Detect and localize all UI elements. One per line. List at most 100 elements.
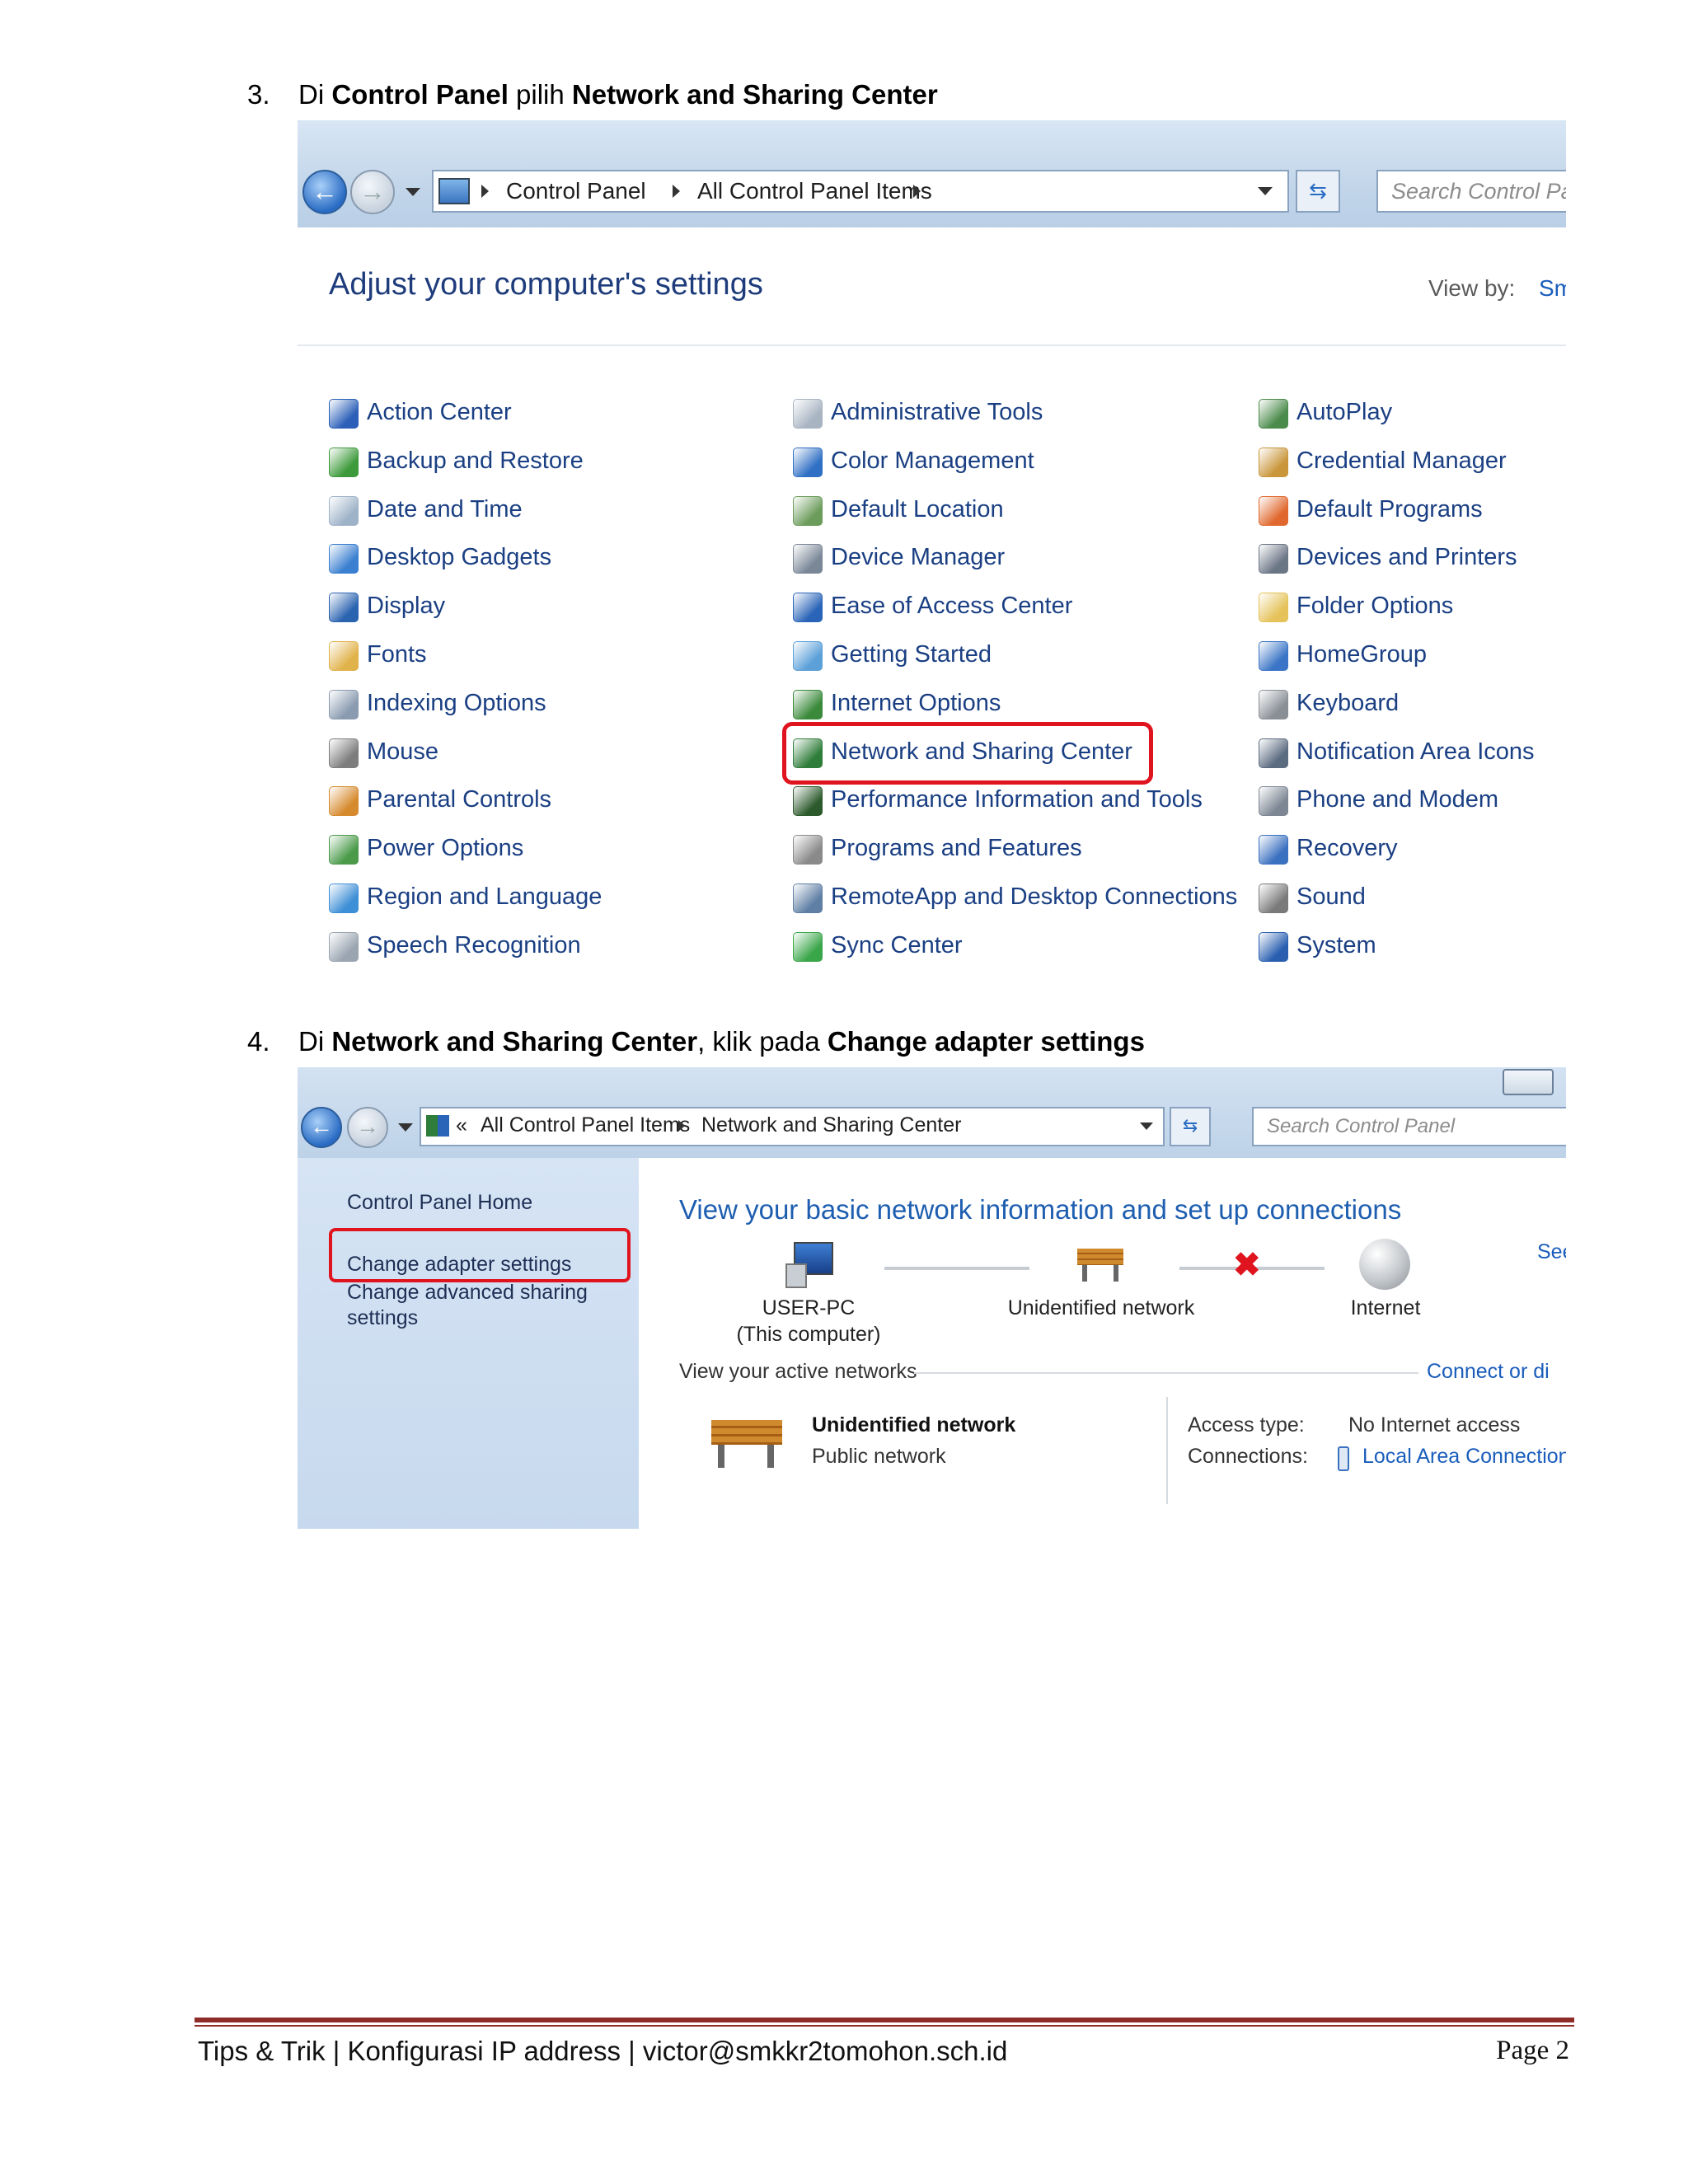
getting-started-icon xyxy=(793,641,823,671)
address-bar[interactable]: Control Panel All Control Panel Items xyxy=(432,170,1289,213)
connection-line xyxy=(884,1267,1029,1270)
connections-label: Connections: xyxy=(1188,1445,1308,1468)
breadcrumb-all-items[interactable]: All Control Panel Items xyxy=(481,1113,690,1137)
control-panel-item-label: Keyboard xyxy=(1296,690,1400,716)
sync-icon xyxy=(793,932,823,962)
forward-button-icon[interactable]: → xyxy=(350,170,395,214)
control-panel-item-label: Device Manager xyxy=(831,544,1006,570)
recent-pages-dropdown-icon[interactable] xyxy=(406,188,420,196)
computer-name: USER-PC xyxy=(762,1296,856,1319)
address-dropdown-icon[interactable] xyxy=(1258,187,1273,195)
breadcrumb-network-center[interactable]: Network and Sharing Center xyxy=(701,1113,961,1137)
step-prefix: Di xyxy=(298,79,332,110)
control-panel-item-label: Notification Area Icons xyxy=(1296,738,1535,765)
control-panel-item-label: Default Location xyxy=(831,496,1004,523)
breadcrumb-arrow-icon xyxy=(481,185,489,198)
control-panel-item-label: Display xyxy=(367,593,446,619)
step-bold-1: Control Panel xyxy=(331,79,509,110)
control-panel-item-label: Color Management xyxy=(831,448,1034,474)
control-panel-item-label: Administrative Tools xyxy=(831,399,1043,425)
search-input[interactable]: Search Control Pa xyxy=(1376,170,1566,213)
connect-disconnect-link[interactable]: Connect or di xyxy=(1427,1360,1550,1384)
printer-icon xyxy=(1259,544,1288,574)
parental-icon xyxy=(329,786,359,816)
control-panel-item-label: Folder Options xyxy=(1296,593,1454,619)
sidebar-control-panel-home[interactable]: Control Panel Home xyxy=(347,1191,532,1215)
network-name: Unidentified network xyxy=(1007,1296,1195,1319)
vertical-divider xyxy=(1166,1397,1168,1504)
control-panel-item-label: Date and Time xyxy=(367,496,523,523)
folder-icon xyxy=(1259,593,1288,622)
flag-icon xyxy=(329,399,359,429)
control-panel-item-label: RemoteApp and Desktop Connections xyxy=(831,883,1238,910)
step-bold-1: Network and Sharing Center xyxy=(331,1026,698,1057)
notification-icon xyxy=(1259,738,1288,768)
control-panel-item-label: Programs and Features xyxy=(831,835,1082,861)
access-type-value: No Internet access xyxy=(1348,1413,1521,1436)
control-panel-item-label: Recovery xyxy=(1296,835,1398,861)
control-panel-icon xyxy=(438,178,470,204)
address-bar[interactable]: « All Control Panel Items Network and Sh… xyxy=(420,1107,1165,1146)
local-area-connection-link[interactable]: Local Area Connection xyxy=(1362,1445,1566,1469)
sound-icon xyxy=(1259,883,1288,913)
system-icon xyxy=(1259,932,1288,962)
step-prefix: Di xyxy=(298,1026,332,1057)
breadcrumb-control-panel[interactable]: Control Panel xyxy=(506,178,646,204)
power-icon xyxy=(329,835,359,865)
back-button-icon[interactable]: ← xyxy=(302,170,347,214)
control-panel-item-label: Parental Controls xyxy=(367,786,552,813)
breadcrumb-overflow[interactable]: « xyxy=(456,1113,467,1137)
network-icon xyxy=(426,1115,449,1137)
active-network-type[interactable]: Public network xyxy=(812,1445,946,1469)
refresh-icon[interactable]: ⇆ xyxy=(1296,170,1340,213)
see-full-map-link[interactable]: See xyxy=(1537,1240,1566,1264)
sidebar-change-advanced-sharing[interactable]: Change advanced sharing xyxy=(347,1281,588,1305)
view-by-label: View by: xyxy=(1428,275,1516,301)
mouse-icon xyxy=(329,738,359,768)
control-panel-item-label: Action Center xyxy=(367,399,512,425)
recent-pages-dropdown-icon[interactable] xyxy=(398,1123,413,1132)
refresh-icon[interactable]: ⇆ xyxy=(1170,1107,1211,1146)
microphone-icon xyxy=(329,932,359,962)
recovery-icon xyxy=(1259,835,1288,865)
control-panel-item-label: Internet Options xyxy=(831,690,1001,716)
access-type-label: Access type: xyxy=(1188,1413,1305,1436)
indexing-icon xyxy=(329,690,359,719)
remoteapp-icon xyxy=(793,883,823,913)
phone-modem-icon xyxy=(1259,786,1288,816)
minimize-button[interactable] xyxy=(1503,1069,1554,1095)
control-panel-screenshot: ← → Control Panel All Control Panel Item… xyxy=(298,120,1566,977)
view-by-value[interactable]: Sm xyxy=(1539,275,1566,302)
step-bold-2: Change adapter settings xyxy=(827,1026,1145,1057)
breadcrumb-arrow-icon xyxy=(913,185,921,198)
step-number: 4. xyxy=(247,1026,270,1057)
control-panel-item-label: Default Programs xyxy=(1296,496,1483,523)
sidebar: Control Panel Home Change adapter settin… xyxy=(298,1158,639,1529)
page-heading: View your basic network information and … xyxy=(679,1194,1402,1225)
credential-icon xyxy=(1259,448,1288,477)
color-mgmt-icon xyxy=(793,448,823,477)
page-number: Page 2 xyxy=(1496,2036,1569,2065)
footer-rule xyxy=(195,2018,1574,2022)
address-toolbar: ← → Control Panel All Control Panel Item… xyxy=(298,120,1566,227)
display-icon xyxy=(329,593,359,622)
forward-button-icon[interactable]: → xyxy=(347,1107,388,1148)
control-panel-item-label: Fonts xyxy=(367,641,427,668)
address-dropdown-icon[interactable] xyxy=(1140,1122,1153,1130)
sidebar-change-advanced-sharing-2[interactable]: settings xyxy=(347,1306,418,1330)
section-divider xyxy=(914,1372,1418,1374)
divider xyxy=(298,344,1566,346)
step-text: Di Network and Sharing Center, klik pada… xyxy=(298,1026,1145,1057)
default-programs-icon xyxy=(1259,496,1288,526)
back-button-icon[interactable]: ← xyxy=(301,1107,342,1148)
keyboard-icon xyxy=(1259,690,1288,719)
internet-label: Internet xyxy=(1350,1296,1421,1319)
device-manager-icon xyxy=(793,544,823,574)
internet-options-icon xyxy=(793,690,823,719)
location-icon xyxy=(793,496,823,526)
search-input[interactable]: Search Control Panel xyxy=(1252,1107,1566,1146)
control-panel-item-label: HomeGroup xyxy=(1296,641,1427,668)
performance-icon xyxy=(793,786,823,816)
step-bold-2: Network and Sharing Center xyxy=(571,79,938,110)
breadcrumb-all-items[interactable]: All Control Panel Items xyxy=(697,178,932,204)
